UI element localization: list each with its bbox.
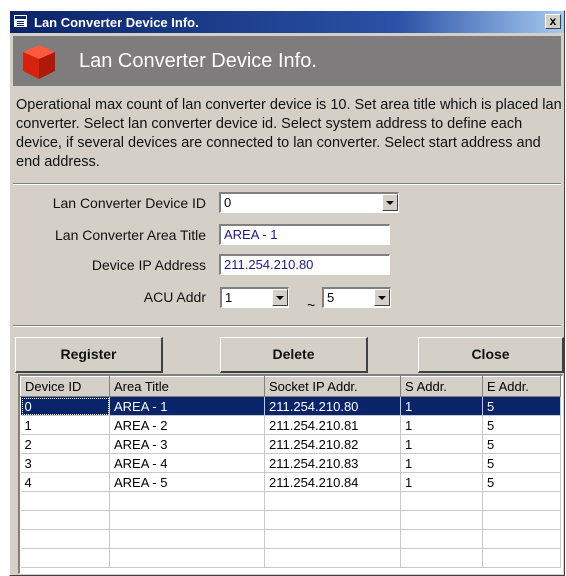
table-cell — [109, 529, 265, 549]
acu-start-select[interactable]: 1 — [220, 287, 289, 308]
table-cell: 2 — [20, 434, 110, 454]
window-icon — [14, 15, 27, 27]
table-cell — [264, 491, 401, 511]
table-cell: 3 — [20, 453, 110, 473]
chevron-down-icon[interactable] — [272, 289, 288, 306]
table-cell — [20, 548, 110, 568]
table-cell: AREA - 1 — [109, 396, 265, 416]
divider — [13, 325, 561, 327]
table-cell — [264, 529, 401, 549]
acu-addr-label: ACU Addr — [143, 289, 206, 305]
ip-address-input[interactable]: 211.254.210.80 — [219, 254, 390, 275]
title-bar[interactable]: Lan Converter Device Info. x — [10, 11, 564, 33]
table-header-row: Device ID Area Title Socket IP Addr. S A… — [20, 376, 561, 397]
range-separator: ~ — [307, 297, 316, 313]
area-title-input[interactable]: AREA - 1 — [219, 224, 390, 245]
table-cell: 4 — [20, 472, 110, 492]
divider — [13, 183, 561, 185]
delete-button[interactable]: Delete — [220, 337, 368, 373]
ip-address-label: Device IP Address — [91, 257, 206, 273]
table-cell — [109, 548, 265, 568]
device-table[interactable]: Device ID Area Title Socket IP Addr. S A… — [18, 374, 563, 574]
table-cell: 211.254.210.82 — [264, 434, 401, 454]
acu-start-value: 1 — [225, 290, 233, 305]
table-cell: 1 — [400, 453, 483, 473]
table-row[interactable]: 1 AREA - 2 211.254.210.81 1 5 — [20, 415, 561, 435]
table-cell — [482, 510, 561, 530]
table-cell: 1 — [400, 415, 483, 435]
table-row[interactable]: 2 AREA - 3 211.254.210.82 1 5 — [20, 434, 561, 454]
table-cell — [109, 491, 265, 511]
table-cell: 1 — [20, 415, 110, 435]
table-cell — [264, 548, 401, 568]
area-title-label: Lan Converter Area Title — [55, 227, 206, 243]
close-window-button[interactable]: x — [545, 14, 561, 29]
table-cell: 211.254.210.81 — [264, 415, 401, 435]
table-row[interactable]: 0 AREA - 1 211.254.210.80 1 5 — [20, 396, 561, 416]
table-cell — [482, 491, 561, 511]
table-row[interactable]: 4 AREA - 5 211.254.210.84 1 5 — [20, 472, 561, 492]
table-cell — [20, 491, 110, 511]
table-cell: AREA - 2 — [109, 415, 265, 435]
table-row[interactable] — [20, 529, 561, 549]
table-cell: 5 — [482, 453, 561, 473]
table-cell: 5 — [482, 472, 561, 492]
description-text: Operational max count of lan converter d… — [16, 97, 562, 170]
chevron-down-icon[interactable] — [374, 289, 390, 306]
table-cell: 211.254.210.84 — [264, 472, 401, 492]
table-cell — [20, 510, 110, 530]
chevron-down-icon[interactable] — [382, 194, 398, 211]
table-cell: 5 — [482, 415, 561, 435]
register-button[interactable]: Register — [15, 337, 163, 373]
table-cell: 5 — [482, 434, 561, 454]
header-banner: Lan Converter Device Info. — [13, 36, 561, 86]
close-button[interactable]: Close — [418, 337, 564, 373]
table-cell — [400, 510, 483, 530]
column-header[interactable]: S Addr. — [400, 376, 483, 397]
table-cell — [20, 529, 110, 549]
table-cell: 1 — [400, 472, 483, 492]
table-cell — [264, 510, 401, 530]
banner-title: Lan Converter Device Info. — [79, 50, 317, 72]
dialog-window: Lan Converter Device Info. x Lan Convert… — [9, 10, 565, 576]
table-row[interactable]: 3 AREA - 4 211.254.210.83 1 5 — [20, 453, 561, 473]
table-cell: 211.254.210.80 — [264, 396, 401, 416]
table-row[interactable] — [20, 548, 561, 568]
column-header[interactable]: E Addr. — [482, 376, 561, 397]
table-cell: AREA - 3 — [109, 434, 265, 454]
table-cell: 1 — [400, 396, 483, 416]
table-cell: 211.254.210.83 — [264, 453, 401, 473]
table-cell — [400, 491, 483, 511]
table-row[interactable] — [20, 491, 561, 511]
device-id-label: Lan Converter Device ID — [52, 195, 206, 211]
window-title: Lan Converter Device Info. — [34, 15, 199, 30]
device-id-value: 0 — [224, 195, 232, 210]
device-id-select[interactable]: 0 — [219, 192, 399, 213]
table-cell — [400, 548, 483, 568]
table-row[interactable] — [20, 510, 561, 530]
acu-end-value: 5 — [327, 290, 335, 305]
table-cell — [482, 529, 561, 549]
column-header[interactable]: Socket IP Addr. — [264, 376, 401, 397]
table-cell: AREA - 5 — [109, 472, 265, 492]
column-header[interactable]: Device ID — [20, 376, 110, 397]
table-cell: AREA - 4 — [109, 453, 265, 473]
column-header[interactable]: Area Title — [109, 376, 265, 397]
red-cube-icon — [23, 45, 55, 79]
table-cell — [482, 548, 561, 568]
table-cell — [109, 510, 265, 530]
table-cell: 1 — [400, 434, 483, 454]
table-cell — [400, 529, 483, 549]
acu-end-select[interactable]: 5 — [322, 287, 391, 308]
table-cell: 5 — [482, 396, 561, 416]
table-cell: 0 — [20, 396, 110, 416]
